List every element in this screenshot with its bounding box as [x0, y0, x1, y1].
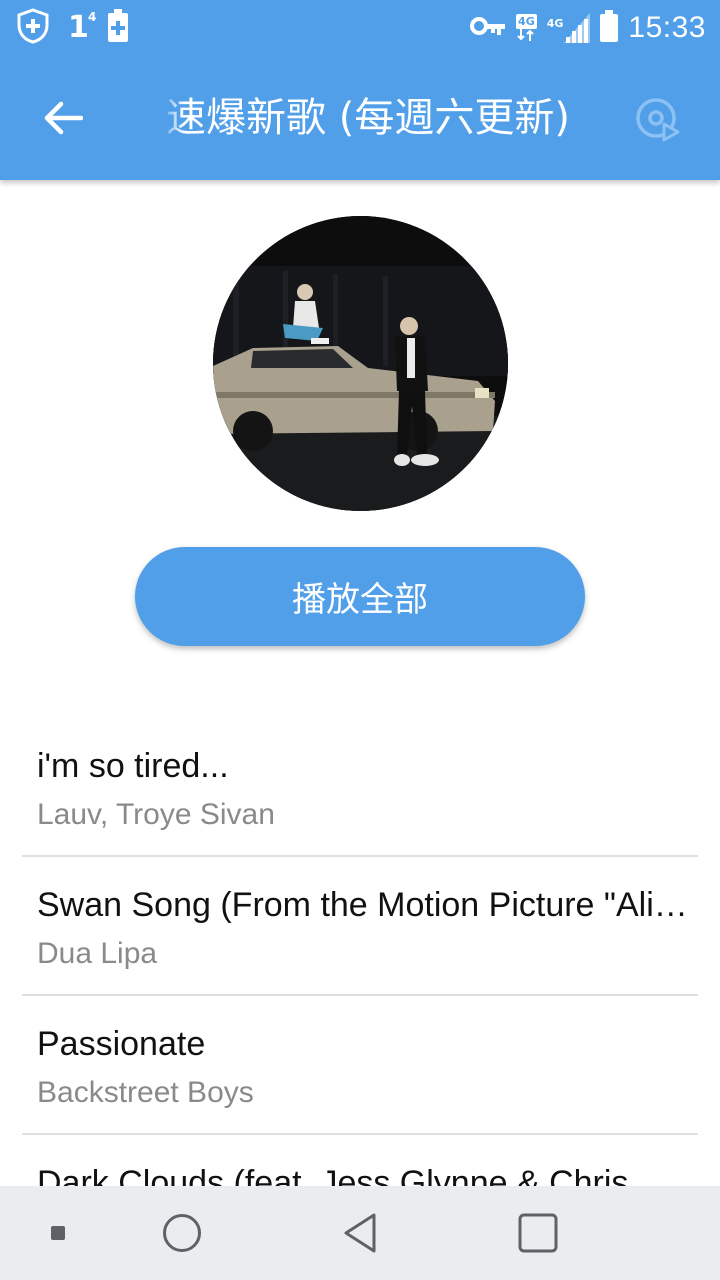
page-title: 速爆新歌 (每週六更新) — [166, 95, 570, 141]
screen: 14 4G 4G 15:33 速爆新歌 (每週六更新) 播放全部 i'm so … — [0, 0, 720, 1280]
list-item[interactable]: i'm so tired... Lauv, Troye Sivan — [0, 718, 720, 857]
title-container: 速爆新歌 (每週六更新) — [166, 88, 624, 148]
battery-charging-icon — [107, 9, 129, 47]
clock: 15:33 — [628, 11, 706, 44]
battery-icon — [600, 10, 619, 46]
song-artist: Lauv, Troye Sivan — [37, 798, 275, 831]
song-title: Passionate — [37, 1025, 206, 1063]
square-recents-icon — [518, 1213, 558, 1253]
status-right: 4G 4G 15:33 — [470, 8, 706, 48]
song-title: i'm so tired... — [37, 747, 229, 785]
vpn-key-icon — [470, 15, 506, 41]
square-dot-icon — [51, 1226, 65, 1240]
list-item[interactable]: Swan Song (From the Motion Picture "Alit… — [0, 857, 720, 996]
network-type-2: 4G — [547, 13, 591, 43]
back-button[interactable] — [28, 86, 98, 150]
nav-back-button[interactable] — [330, 1186, 390, 1280]
status-bar: 14 4G 4G 15:33 — [0, 0, 720, 56]
song-artist: Backstreet Boys — [37, 1076, 254, 1109]
nav-extra-button[interactable] — [36, 1186, 80, 1280]
cast-icon — [636, 98, 680, 142]
toolbar: 速爆新歌 (每週六更新) — [0, 56, 720, 180]
title-fade — [160, 88, 184, 148]
list-item[interactable]: Passionate Backstreet Boys — [0, 996, 720, 1135]
nav-recents-button[interactable] — [508, 1186, 568, 1280]
playlist-cover-image — [213, 216, 508, 511]
notification-count: 14 — [68, 10, 97, 45]
network-type-1: 4G — [516, 13, 537, 41]
triangle-back-icon — [344, 1213, 376, 1253]
cast-button[interactable] — [632, 94, 684, 146]
navigation-bar — [0, 1186, 720, 1280]
song-title: Swan Song (From the Motion Picture "Alit… — [37, 886, 693, 924]
arrow-left-icon — [44, 101, 83, 135]
circle-home-icon — [163, 1214, 201, 1252]
song-artist: Dua Lipa — [37, 937, 158, 970]
status-left: 14 — [16, 8, 129, 48]
shield-icon — [16, 8, 50, 48]
nav-home-button[interactable] — [152, 1186, 212, 1280]
play-all-button[interactable]: 播放全部 — [135, 547, 585, 646]
app-bar: 14 4G 4G 15:33 速爆新歌 (每週六更新) — [0, 0, 720, 180]
